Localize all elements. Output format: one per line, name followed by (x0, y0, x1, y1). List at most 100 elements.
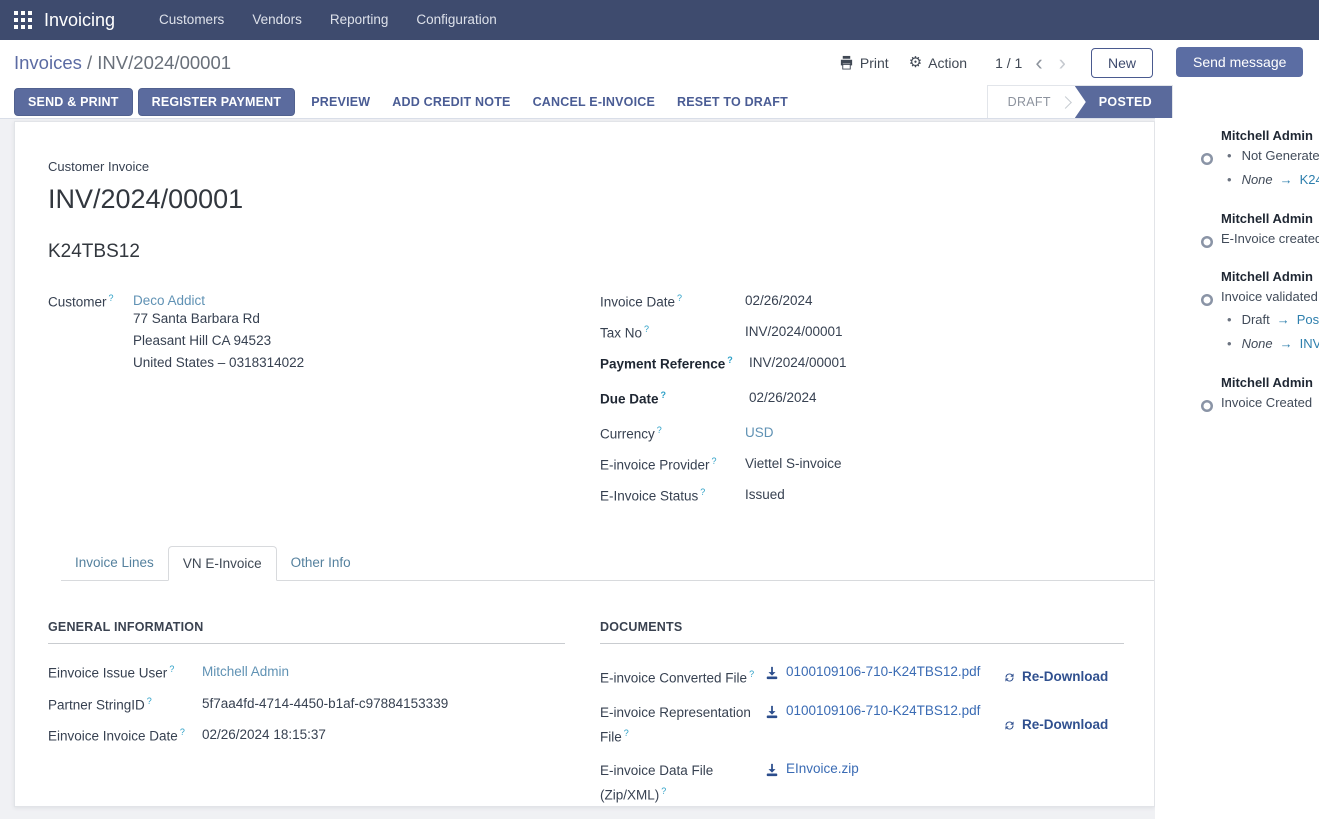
tracking-new-value: Posted (1297, 312, 1319, 327)
bullet-icon: • (1227, 336, 1232, 351)
help-icon: ? (727, 355, 733, 365)
help-icon: ? (109, 293, 114, 303)
due-date-label: Due Date? (600, 390, 745, 408)
breadcrumb-separator: / (87, 52, 92, 73)
converted-redownload-button[interactable]: Re-Download (1003, 664, 1108, 689)
preview-button[interactable]: PREVIEW (300, 89, 381, 115)
send-print-button[interactable]: SEND & PRINT (14, 88, 133, 116)
pager: 1 / 1 ‹ › (995, 52, 1069, 74)
document-row: E-invoice Converted File? 0100109106-710… (600, 664, 1124, 689)
currency-label: Currency? (600, 425, 745, 443)
redownload-label: Re-Download (1022, 717, 1108, 732)
refresh-icon (1003, 671, 1016, 684)
document-row: E-invoice Representation File? 010010910… (600, 703, 1124, 748)
invoice-date-label: Invoice Date? (600, 293, 745, 311)
print-label: Print (860, 55, 889, 71)
chatter-message: Mitchell Admin Invoice validated • Draft… (1175, 269, 1319, 360)
apps-grid-icon[interactable] (14, 11, 32, 29)
partner-stringid-value: 5f7aa4fd-4714-4450-b1af-c97884153339 (202, 696, 448, 713)
vn-e-invoice-pane: GENERAL INFORMATION Einvoice Issue User?… (48, 581, 1124, 819)
control-panel: Invoices / INV/2024/00001 Print ⚙ Action… (0, 40, 1155, 85)
customer-link[interactable]: Deco Addict (133, 293, 304, 308)
tracking-new-value: INV/2024/00001 (1300, 336, 1319, 351)
cancel-e-invoice-button[interactable]: CANCEL E-INVOICE (522, 89, 666, 115)
chatter-panel: Send message Log note Mitchell Admin • N… (1155, 40, 1319, 819)
nav-item-vendors[interactable]: Vendors (238, 0, 316, 40)
einvoice-status-value: Issued (745, 487, 785, 505)
action-menu-button[interactable]: ⚙ Action (903, 51, 973, 75)
nav-item-reporting[interactable]: Reporting (316, 0, 403, 40)
invoice-number-title: INV/2024/00001 (48, 184, 1124, 215)
documents-title: DOCUMENTS (600, 620, 1124, 644)
einvoice-provider-value: Viettel S-invoice (745, 456, 842, 474)
help-icon: ? (147, 696, 152, 706)
help-icon: ? (661, 786, 666, 796)
help-icon: ? (180, 727, 185, 737)
state-posted-badge: POSTED (1075, 86, 1172, 118)
breadcrumb-current: INV/2024/00001 (97, 52, 231, 73)
customer-address-line: United States – 0318314022 (133, 352, 304, 374)
statusbar: SEND & PRINT REGISTER PAYMENT PREVIEW AD… (0, 85, 1155, 119)
message-author[interactable]: Mitchell Admin (1221, 211, 1319, 226)
message-author[interactable]: Mitchell Admin (1221, 128, 1319, 143)
chatter-messages: Mitchell Admin • Not Generated • None → … (1155, 128, 1319, 418)
chatter-message: Mitchell Admin E-Invoice created (1175, 211, 1319, 254)
bullet-icon: • (1227, 148, 1232, 163)
einvoice-status-label: E-Invoice Status? (600, 487, 745, 505)
pager-next-icon[interactable]: › (1056, 52, 1069, 74)
help-icon: ? (660, 390, 666, 400)
invoice-form-sheet: Customer Invoice INV/2024/00001 K24TBS12… (14, 121, 1155, 807)
einvoice-issue-user-link[interactable]: Mitchell Admin (202, 664, 289, 681)
nav-item-customers[interactable]: Customers (145, 0, 238, 40)
currency-link[interactable]: USD (745, 425, 774, 443)
representation-file-label: E-invoice Representation File? (600, 703, 765, 748)
tracking-old-value: None (1242, 336, 1273, 351)
nav-item-configuration[interactable]: Configuration (402, 0, 510, 40)
representation-file-link[interactable]: 0100109106-710-K24TBS12.pdf (786, 703, 980, 718)
download-icon (765, 705, 779, 719)
register-payment-button[interactable]: REGISTER PAYMENT (138, 88, 296, 116)
chatter-message: Mitchell Admin • Not Generated • None → … (1175, 128, 1319, 196)
help-icon: ? (712, 456, 717, 466)
help-icon: ? (700, 487, 705, 497)
pager-value: 1 / 1 (995, 55, 1022, 71)
message-body: E-Invoice created (1221, 231, 1319, 246)
converted-file-label: E-invoice Converted File? (600, 664, 765, 689)
payment-reference-value[interactable]: INV/2024/00001 (745, 355, 847, 373)
new-record-button[interactable]: New (1091, 48, 1153, 78)
tracking-line: • Draft → Posted (1221, 312, 1319, 327)
message-author[interactable]: Mitchell Admin (1221, 269, 1319, 284)
message-body: Invoice Created (1221, 395, 1313, 410)
help-icon: ? (644, 324, 649, 334)
add-credit-note-button[interactable]: ADD CREDIT NOTE (381, 89, 521, 115)
breadcrumb-parent-link[interactable]: Invoices (14, 52, 82, 73)
document-row: E-invoice Data File (Zip/XML)? EInvoice.… (600, 761, 1124, 806)
tracking-old-value: None (1242, 172, 1273, 187)
payment-reference-label: Payment Reference? (600, 355, 745, 373)
reset-to-draft-button[interactable]: RESET TO DRAFT (666, 89, 799, 115)
help-icon: ? (749, 669, 754, 679)
app-name[interactable]: Invoicing (44, 10, 115, 31)
documents-section: DOCUMENTS E-invoice Converted File? 0100… (600, 620, 1124, 819)
help-icon: ? (169, 664, 174, 674)
tab-vn-e-invoice[interactable]: VN E-Invoice (168, 546, 277, 581)
due-date-value[interactable]: 02/26/2024 (745, 390, 817, 408)
converted-file-link[interactable]: 0100109106-710-K24TBS12.pdf (786, 664, 980, 679)
top-navbar: Invoicing Customers Vendors Reporting Co… (0, 0, 1319, 40)
send-message-button[interactable]: Send message (1176, 47, 1303, 77)
presence-status-icon (1201, 400, 1213, 412)
bullet-icon: • (1227, 312, 1232, 327)
main-column: Invoices / INV/2024/00001 Print ⚙ Action… (0, 40, 1155, 819)
data-file-link[interactable]: EInvoice.zip (786, 761, 859, 776)
presence-status-icon (1201, 153, 1213, 165)
state-draft[interactable]: DRAFT (988, 86, 1065, 118)
representation-redownload-button[interactable]: Re-Download (1003, 703, 1108, 748)
print-button[interactable]: Print (833, 51, 895, 75)
tab-other-info[interactable]: Other Info (277, 546, 365, 580)
customer-address-line: Pleasant Hill CA 94523 (133, 330, 304, 352)
tab-invoice-lines[interactable]: Invoice Lines (61, 546, 168, 580)
arrow-right-icon: → (1280, 336, 1293, 351)
message-author[interactable]: Mitchell Admin (1221, 375, 1313, 390)
chatter-message: Mitchell Admin Invoice Created (1175, 375, 1319, 418)
pager-previous-icon[interactable]: ‹ (1032, 52, 1045, 74)
